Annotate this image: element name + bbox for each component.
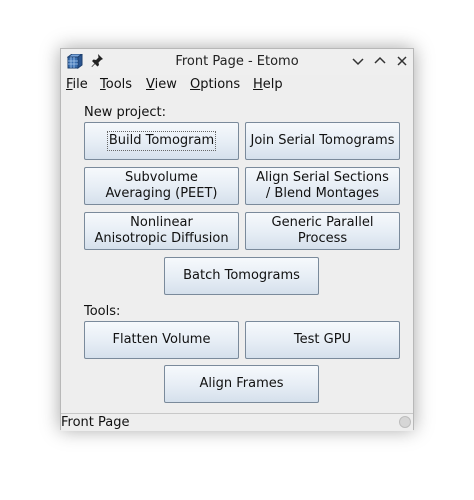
menu-tools[interactable]: Tools [100, 77, 132, 92]
join-serial-tomograms-button[interactable]: Join Serial Tomograms [245, 122, 400, 160]
status-bar: Front Page [61, 413, 413, 431]
menu-bar: File Tools View Options Help [61, 75, 413, 98]
menu-options[interactable]: Options [190, 77, 240, 92]
align-serial-sections-button[interactable]: Align Serial Sections / Blend Montages [245, 167, 400, 205]
align-frames-button[interactable]: Align Frames [164, 365, 319, 403]
nonlinear-anisotropic-diffusion-button[interactable]: Nonlinear Anisotropic Diffusion [84, 212, 239, 250]
menu-file[interactable]: File [66, 77, 88, 92]
new-project-label: New project: [84, 105, 166, 120]
chevron-down-icon[interactable] [350, 53, 366, 69]
menu-view[interactable]: View [146, 77, 177, 92]
close-icon[interactable] [394, 53, 410, 69]
menu-help[interactable]: Help [253, 77, 283, 92]
flatten-volume-button[interactable]: Flatten Volume [84, 321, 239, 359]
status-text: Front Page [61, 415, 130, 430]
batch-tomograms-button[interactable]: Batch Tomograms [164, 257, 319, 295]
front-page-panel: New project: Build Tomogram Join Serial … [61, 97, 413, 413]
generic-parallel-process-button[interactable]: Generic Parallel Process [245, 212, 400, 250]
build-tomogram-button[interactable]: Build Tomogram [84, 122, 239, 160]
chevron-up-icon[interactable] [372, 53, 388, 69]
etomo-window: Front Page - Etomo File Tools View Optio… [60, 48, 414, 431]
title-bar[interactable]: Front Page - Etomo [61, 49, 413, 76]
tools-label: Tools: [84, 304, 121, 319]
resize-grip-icon[interactable] [399, 416, 411, 428]
test-gpu-button[interactable]: Test GPU [245, 321, 400, 359]
subvolume-averaging-button[interactable]: Subvolume Averaging (PEET) [84, 167, 239, 205]
